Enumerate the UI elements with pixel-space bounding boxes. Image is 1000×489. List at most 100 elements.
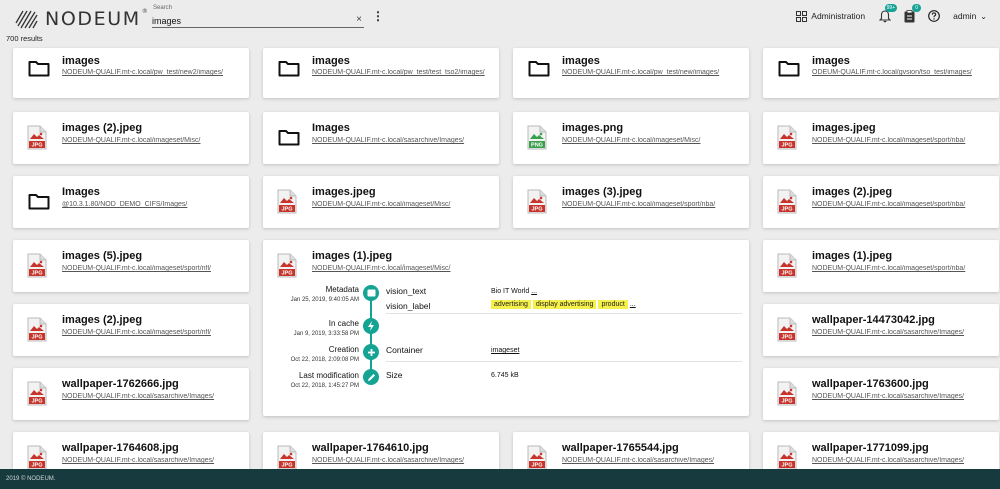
result-path-link[interactable]: NODEUM-QUALIF.mt-c.local/imageset/sport/… xyxy=(62,265,252,272)
folder-icon xyxy=(278,60,300,82)
search-input[interactable] xyxy=(152,13,332,26)
result-card[interactable]: JPG wallpaper-1763600.jpg NODEUM-QUALIF.mt… xyxy=(763,368,999,420)
user-name: admin xyxy=(953,11,977,21)
svg-text:JPG: JPG xyxy=(31,271,42,277)
more-link[interactable]: ... xyxy=(531,288,537,295)
result-path-link[interactable]: NODEUM-QUALIF.mt-c.local/imageset/sport/… xyxy=(812,137,1000,144)
result-name: wallpaper-14473042.jpg xyxy=(812,314,935,326)
result-path-link[interactable]: NODEUM-QUALIF.mt-c.local/sasarchive/Imag… xyxy=(812,329,1000,336)
result-path-link[interactable]: ODEUM-QUALIF.mt-c.local/gvsion/tso_test/… xyxy=(812,69,1000,76)
result-name: wallpaper-1762666.jpg xyxy=(62,378,179,390)
result-card[interactable]: JPG images.jpeg NODEUM-QUALIF.mt-c.local/i… xyxy=(263,176,499,228)
result-card[interactable]: JPG wallpaper-14473042.jpg NODEUM-QUALIF.m… xyxy=(763,304,999,356)
nodeum-logo[interactable]: NODEUM® xyxy=(14,8,149,30)
result-card[interactable]: Images @10.3.1.80/NOD_DEMO_CIFS/Images/ xyxy=(13,176,249,228)
result-name: images xyxy=(812,55,850,67)
result-path-link[interactable]: NODEUM-QUALIF.mt-c.local/pw_test/new2/im… xyxy=(62,69,252,76)
result-card[interactable]: JPG wallpaper-1765544.jpg NODEUM-QUALIF.mt… xyxy=(513,432,749,472)
folder-icon xyxy=(278,129,300,151)
result-path-link[interactable]: NODEUM-QUALIF.mt-c.local/sasarchive/Imag… xyxy=(812,457,1000,464)
folder-icon xyxy=(778,60,800,82)
result-path-link[interactable]: NODEUM-QUALIF.mt-c.local/imageset/sport/… xyxy=(812,201,1000,208)
folder-icon xyxy=(28,193,50,215)
pencil-icon[interactable] xyxy=(363,369,379,385)
result-path-link[interactable]: NODEUM-QUALIF.mt-c.local/sasarchive/Imag… xyxy=(312,137,502,144)
result-card[interactable]: images NODEUM-QUALIF.mt-c.local/pw_test/n… xyxy=(513,48,749,98)
result-card[interactable]: images NODEUM-QUALIF.mt-c.local/pw_test/t… xyxy=(263,48,499,98)
vision-label-tags: advertising display advertising product... xyxy=(491,300,636,309)
result-path-link[interactable]: NODEUM-QUALIF.mt-c.local/pw_test/new/ima… xyxy=(562,69,752,76)
result-card[interactable]: images ODEUM-QUALIF.mt-c.local/gvsion/tso… xyxy=(763,48,999,98)
logo-text: NODEUM® xyxy=(45,8,150,30)
svg-text:JPG: JPG xyxy=(31,143,42,149)
result-card[interactable]: JPG wallpaper-1771099.jpg NODEUM-QUALIF.mt… xyxy=(763,432,999,472)
result-path-link[interactable]: NODEUM-QUALIF.mt-c.local/imageset/sport/… xyxy=(562,201,752,208)
result-name: images xyxy=(62,55,100,67)
result-name: wallpaper-1764608.jpg xyxy=(62,442,179,454)
svg-text:JPG: JPG xyxy=(531,207,542,213)
result-path-link[interactable]: @10.3.1.80/NOD_DEMO_CIFS/Images/ xyxy=(62,201,252,208)
divider xyxy=(386,313,742,314)
result-name: Images xyxy=(312,122,350,134)
jpg-file-icon: JPG xyxy=(27,253,47,283)
tag-icon[interactable] xyxy=(363,285,379,301)
result-path-link[interactable]: NODEUM-QUALIF.mt-c.local/imageset/Misc/ xyxy=(312,201,502,208)
search-field: Search × xyxy=(152,5,364,28)
clear-icon[interactable]: × xyxy=(356,14,362,25)
result-card[interactable]: JPG images (2).jpeg NODEUM-QUALIF.mt-c.loc… xyxy=(763,176,999,228)
notifications-badge: 99+ xyxy=(884,3,898,12)
file-path-link[interactable]: NODEUM-QUALIF.mt-c.local/imageset/Misc/ xyxy=(312,265,450,272)
result-path-link[interactable]: NODEUM-QUALIF.mt-c.local/imageset/Misc/ xyxy=(62,137,252,144)
container-link[interactable]: imageset xyxy=(491,347,519,354)
tag-chip: product xyxy=(598,300,628,309)
result-name: images.png xyxy=(562,122,624,134)
jpg-file-icon: JPG xyxy=(527,189,547,219)
result-card[interactable]: Images NODEUM-QUALIF.mt-c.local/sasarchiv… xyxy=(263,112,499,164)
result-path-link[interactable]: NODEUM-QUALIF.mt-c.local/sasarchive/Imag… xyxy=(562,457,752,464)
result-path-link[interactable]: NODEUM-QUALIF.mt-c.local/sasarchive/Imag… xyxy=(62,393,252,400)
result-path-link[interactable]: NODEUM-QUALIF.mt-c.local/imageset/sport/… xyxy=(812,265,1000,272)
svg-text:JPG: JPG xyxy=(781,463,792,469)
administration-button[interactable]: Administration xyxy=(796,10,866,22)
result-card[interactable]: JPG images (5).jpeg NODEUM-QUALIF.mt-c.loc… xyxy=(13,240,249,292)
result-path-link[interactable]: NODEUM-QUALIF.mt-c.local/pw_test/test_ts… xyxy=(312,69,502,76)
timeline-line xyxy=(370,293,372,375)
administration-label: Administration xyxy=(811,11,866,21)
result-card[interactable]: JPG wallpaper-1764608.jpg NODEUM-QUALIF.mt… xyxy=(13,432,249,472)
result-name: images.jpeg xyxy=(812,122,876,134)
more-link[interactable]: ... xyxy=(630,301,636,308)
notifications-button[interactable]: 99+ xyxy=(879,3,898,23)
lightning-icon[interactable] xyxy=(363,318,379,334)
help-button[interactable] xyxy=(928,10,941,22)
result-path-link[interactable]: NODEUM-QUALIF.mt-c.local/imageset/Misc/ xyxy=(562,137,752,144)
svg-text:JPG: JPG xyxy=(781,143,792,149)
plus-icon[interactable] xyxy=(363,344,379,360)
png-file-icon: PNG xyxy=(527,125,547,155)
timeline-label: Creation xyxy=(328,345,359,354)
result-path-link[interactable]: NODEUM-QUALIF.mt-c.local/sasarchive/Imag… xyxy=(312,457,502,464)
tasks-badge: 0 xyxy=(912,3,922,12)
grid-icon xyxy=(796,10,808,22)
divider xyxy=(386,361,742,362)
expanded-file-card[interactable]: JPG images (1).jpeg NODEUM-QUALIF.mt-c.l… xyxy=(263,240,749,416)
tasks-button[interactable]: 0 xyxy=(904,3,922,23)
svg-text:JPG: JPG xyxy=(281,463,292,469)
result-card[interactable]: JPG wallpaper-1762666.jpg NODEUM-QUALIF.mt… xyxy=(13,368,249,420)
user-menu[interactable]: admin ⌄ xyxy=(953,11,987,21)
vision-label-key: vision_label xyxy=(386,301,431,311)
result-path-link[interactable]: NODEUM-QUALIF.mt-c.local/imageset/sport/… xyxy=(62,329,252,336)
result-name: images (5).jpeg xyxy=(62,250,143,262)
result-card[interactable]: JPG images (2).jpeg NODEUM-QUALIF.mt-c.loc… xyxy=(13,304,249,356)
result-card[interactable]: JPG images (3).jpeg NODEUM-QUALIF.mt-c.loc… xyxy=(513,176,749,228)
result-card[interactable]: JPG wallpaper-1764610.jpg NODEUM-QUALIF.mt… xyxy=(263,432,499,472)
result-card[interactable]: JPG images (1).jpeg NODEUM-QUALIF.mt-c.loc… xyxy=(763,240,999,292)
result-card[interactable]: JPG images.jpeg NODEUM-QUALIF.mt-c.local/i… xyxy=(763,112,999,164)
result-path-link[interactable]: NODEUM-QUALIF.mt-c.local/sasarchive/Imag… xyxy=(62,457,252,464)
result-card[interactable]: PNG images.png NODEUM-QUALIF.mt-c.local/im… xyxy=(513,112,749,164)
svg-text:JPG: JPG xyxy=(781,399,792,405)
timeline-date: Jan 9, 2019, 3:33:58 PM xyxy=(293,331,359,337)
result-card[interactable]: images NODEUM-QUALIF.mt-c.local/pw_test/n… xyxy=(13,48,249,98)
result-path-link[interactable]: NODEUM-QUALIF.mt-c.local/sasarchive/Imag… xyxy=(812,393,1000,400)
result-card[interactable]: JPG images (2).jpeg NODEUM-QUALIF.mt-c.loc… xyxy=(13,112,249,164)
more-options-icon[interactable]: ⋮ xyxy=(372,10,384,22)
